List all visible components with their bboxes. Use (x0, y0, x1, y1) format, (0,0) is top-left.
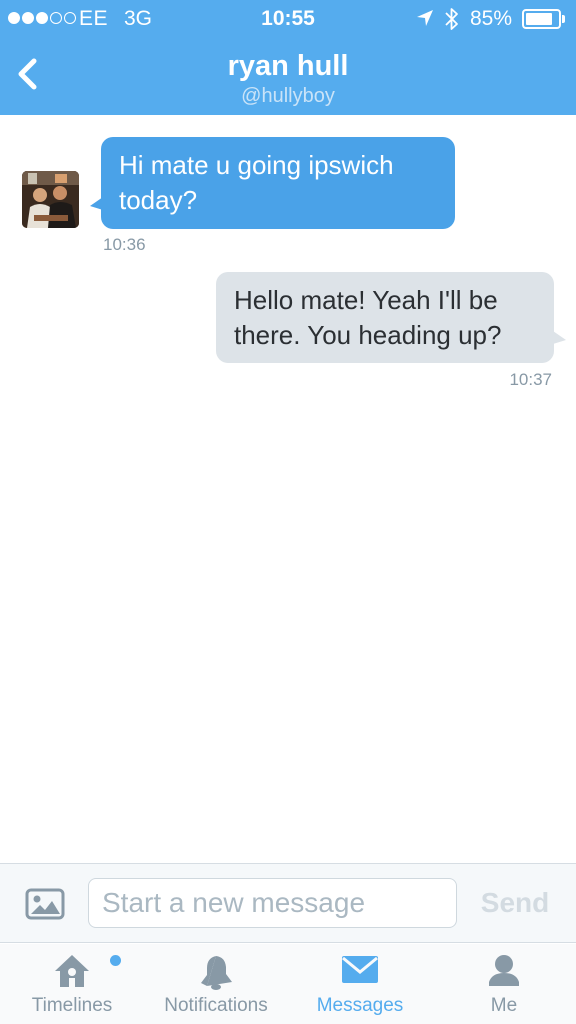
tab-label: Timelines (31, 995, 113, 1016)
avatar-photo (22, 171, 79, 228)
person-icon (489, 955, 519, 986)
outgoing-message-bubble[interactable]: Hello mate! Yeah I'll be there. You head… (216, 272, 554, 363)
message-timestamp: 10:37 (509, 370, 552, 389)
battery-fill (526, 13, 553, 25)
message-list: Hi mate u going ipswich today? 10:36 Hel… (0, 115, 576, 863)
send-button[interactable]: Send (470, 878, 560, 928)
envelope-icon (342, 956, 378, 983)
tab-notifications[interactable]: Notifications (150, 944, 282, 1024)
location-arrow-icon (417, 10, 433, 26)
tab-label: Me (490, 995, 518, 1016)
home-icon (55, 955, 89, 987)
bell-icon (201, 956, 232, 990)
tab-label: Notifications (164, 995, 268, 1016)
outgoing-bubble-tail (553, 331, 566, 344)
tab-timelines[interactable]: Timelines (14, 944, 130, 1024)
tab-messages[interactable]: Messages (302, 944, 418, 1024)
status-bar: EE 3G 10:55 85% (0, 0, 576, 38)
message-input[interactable] (88, 878, 457, 928)
message-composer: Send (0, 863, 576, 943)
bluetooth-icon (445, 8, 458, 30)
tab-me[interactable]: Me (450, 944, 558, 1024)
conversation-title[interactable]: ryan hull (0, 50, 576, 83)
tab-label: Messages (316, 995, 404, 1016)
dm-conversation-screen: EE 3G 10:55 85% ryan hull @hullyboy Hi m… (0, 0, 576, 1024)
battery-percentage: 85% (470, 7, 513, 30)
incoming-message-bubble[interactable]: Hi mate u going ipswich today? (101, 137, 455, 229)
message-timestamp: 10:36 (103, 235, 146, 254)
add-photo-button[interactable] (25, 888, 65, 920)
avatar[interactable] (22, 171, 79, 228)
battery-cap (562, 15, 565, 23)
photo-icon (25, 888, 65, 920)
tab-bar: Timelines Notifications Messages Me (0, 944, 576, 1024)
contact-handle: @hullyboy (241, 85, 335, 107)
header: EE 3G 10:55 85% ryan hull @hullyboy (0, 0, 576, 115)
battery-icon (522, 9, 561, 29)
new-tweets-indicator (110, 955, 121, 966)
